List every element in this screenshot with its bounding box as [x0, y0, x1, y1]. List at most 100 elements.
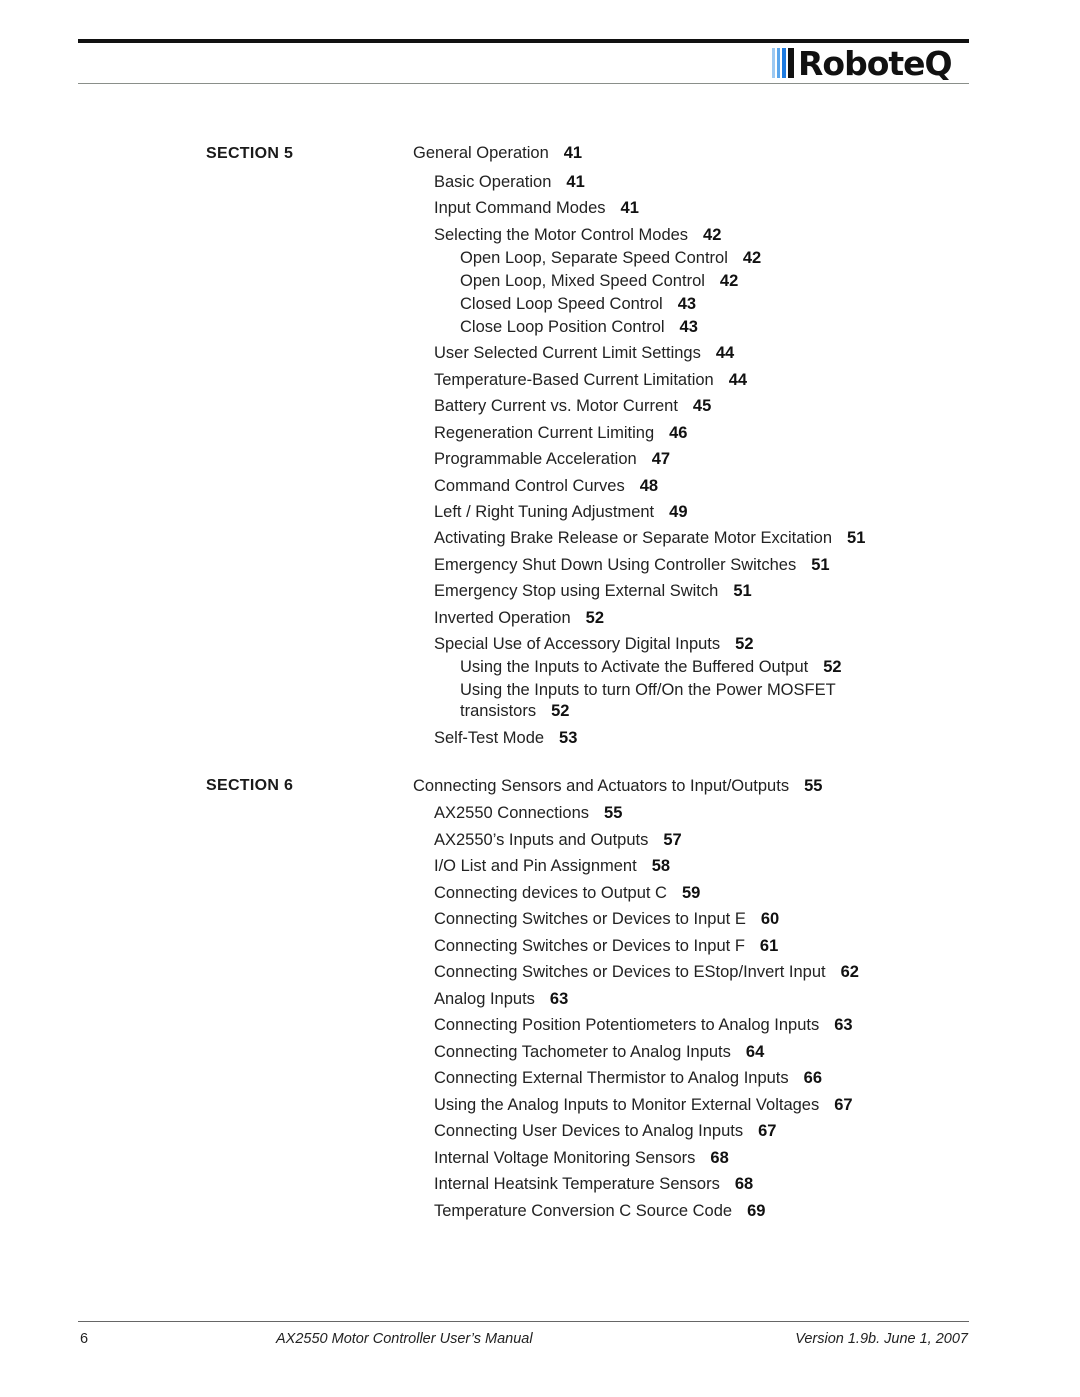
toc-entry-page: 49 [669, 503, 688, 521]
toc-entry-page: 42 [719, 272, 739, 290]
toc-entry-title: Command Control Curves [434, 477, 625, 495]
footer-version: Version 1.9b. June 1, 2007 [795, 1331, 968, 1347]
toc-entry-page: 55 [804, 777, 823, 795]
logo-bar [782, 48, 786, 78]
toc-entry[interactable]: Open Loop, Mixed Speed Control 42 [460, 271, 738, 292]
toc-entry[interactable]: Battery Current vs. Motor Current 45 [434, 396, 711, 417]
toc-entry-title: Using the Analog Inputs to Monitor Exter… [434, 1096, 820, 1114]
toc-entry-title: Left / Right Tuning Adjustment [434, 503, 655, 521]
toc-entry[interactable]: Internal Voltage Monitoring Sensors 68 [434, 1148, 729, 1169]
toc-entry[interactable]: Using the Inputs to Activate the Buffere… [460, 657, 842, 678]
toc-entry-title: Temperature Conversion C Source Code [434, 1202, 733, 1220]
toc-entry-page: 66 [803, 1069, 823, 1087]
toc-entry[interactable]: Using the Inputs to turn Off/On the Powe… [460, 680, 836, 701]
toc-entry-page: 42 [742, 249, 762, 267]
toc-entry-title: I/O List and Pin Assignment [434, 857, 637, 875]
toc-entry-page: 53 [559, 729, 578, 747]
toc-entry-page: 45 [692, 397, 712, 415]
toc-entry-page: 57 [663, 831, 682, 849]
toc-entry-title: Selecting the Motor Control Modes [434, 226, 689, 244]
toc-entry-page: 44 [715, 344, 735, 362]
roboteq-logo: RoboteQ [772, 43, 953, 83]
toc-entry-page: 42 [703, 226, 722, 244]
logo-text: RoboteQ [798, 43, 953, 83]
toc-entry[interactable]: Connecting External Thermistor to Analog… [434, 1068, 822, 1089]
toc-entry[interactable]: Programmable Acceleration 47 [434, 449, 670, 470]
toc-entry[interactable]: General Operation 41 [413, 143, 582, 164]
toc-entry-title: Open Loop, Mixed Speed Control [460, 272, 705, 290]
toc-entry[interactable]: Selecting the Motor Control Modes 42 [434, 225, 721, 246]
toc-entry[interactable]: Temperature Conversion C Source Code 69 [434, 1201, 765, 1222]
toc-entry[interactable]: Activating Brake Release or Separate Mot… [434, 528, 865, 549]
toc-entry[interactable]: I/O List and Pin Assignment 58 [434, 856, 670, 877]
toc-entry-page: 52 [735, 635, 754, 653]
toc-entry-page: 52 [551, 702, 570, 720]
toc-entry[interactable]: Analog Inputs 63 [434, 989, 568, 1010]
section-5-label: SECTION 5 [206, 145, 294, 162]
toc-entry[interactable]: Connecting Tachometer to Analog Inputs 64 [434, 1042, 764, 1063]
toc-entry[interactable]: Connecting Switches or Devices to EStop/… [434, 962, 859, 983]
toc-entry-title: Connecting External Thermistor to Analog… [434, 1069, 789, 1087]
toc-entry-title: Open Loop, Separate Speed Control [460, 249, 728, 267]
toc-entry[interactable]: Connecting devices to Output C 59 [434, 883, 700, 904]
logo-bar [777, 48, 780, 78]
footer-rule [78, 1321, 969, 1322]
toc-entry[interactable]: Emergency Stop using External Switch 51 [434, 581, 752, 602]
toc-entry-title: Connecting Switches or Devices to Input … [434, 910, 746, 928]
toc-entry-page: 59 [681, 884, 701, 902]
toc-entry-page: 47 [651, 450, 671, 468]
toc-entry-title: Battery Current vs. Motor Current [434, 397, 678, 415]
toc-entry-title: Connecting Sensors and Actuators to Inpu… [413, 777, 790, 795]
toc-entry-title: Emergency Shut Down Using Controller Swi… [434, 556, 797, 574]
toc-entry-title: General Operation [413, 144, 549, 162]
toc-entry-title: Connecting Tachometer to Analog Inputs [434, 1043, 731, 1061]
toc-entry[interactable]: Close Loop Position Control 43 [460, 317, 698, 338]
toc-entry-title: Using the Inputs to turn Off/On the Powe… [460, 681, 836, 699]
toc-entry-page: 43 [679, 318, 698, 336]
section-6-label: SECTION 6 [206, 777, 294, 794]
toc-entry[interactable]: Connecting Position Potentiometers to An… [434, 1015, 853, 1036]
toc-entry[interactable]: Self-Test Mode 53 [434, 728, 577, 749]
toc-entry[interactable]: Connecting Switches or Devices to Input … [434, 909, 779, 930]
toc-entry[interactable]: AX2550’s Inputs and Outputs 57 [434, 830, 682, 851]
toc-entry[interactable]: Open Loop, Separate Speed Control 42 [460, 248, 761, 269]
toc-entry[interactable]: Closed Loop Speed Control 43 [460, 294, 696, 315]
toc-entry[interactable]: Connecting Sensors and Actuators to Inpu… [413, 776, 822, 797]
toc-entry[interactable]: Emergency Shut Down Using Controller Swi… [434, 555, 830, 576]
toc-entry-title: Basic Operation [434, 173, 552, 191]
toc-entry[interactable]: Special Use of Accessory Digital Inputs 5… [434, 634, 754, 655]
toc-entry-page: 64 [745, 1043, 765, 1061]
toc-entry[interactable]: Temperature-Based Current Limitation 44 [434, 370, 747, 391]
toc-entry[interactable]: Input Command Modes 41 [434, 198, 639, 219]
toc-entry-title: Inverted Operation [434, 609, 571, 627]
toc-entry[interactable]: Inverted Operation 52 [434, 608, 604, 629]
toc-entry[interactable]: Basic Operation 41 [434, 172, 585, 193]
toc-entry[interactable]: Left / Right Tuning Adjustment 49 [434, 502, 688, 523]
toc-entry-page: 63 [549, 990, 569, 1008]
toc-entry[interactable]: Internal Heatsink Temperature Sensors 68 [434, 1174, 753, 1195]
toc-entry-title: Connecting devices to Output C [434, 884, 667, 902]
toc-entry-title: transistors [460, 702, 537, 720]
header-subrule [78, 83, 969, 84]
toc-entry[interactable]: Connecting User Devices to Analog Inputs… [434, 1121, 776, 1142]
toc-entry[interactable]: AX2550 Connections 55 [434, 803, 622, 824]
toc-entry-page: 51 [811, 556, 830, 574]
toc-entry[interactable]: transistors 52 [460, 701, 569, 722]
toc-entry[interactable]: Command Control Curves 48 [434, 476, 658, 497]
toc-entry[interactable]: Using the Analog Inputs to Monitor Exter… [434, 1095, 853, 1116]
toc-entry-title: Connecting Switches or Devices to Input … [434, 937, 745, 955]
toc-entry[interactable]: Connecting Switches or Devices to Input … [434, 936, 778, 957]
toc-entry-page: 48 [639, 477, 659, 495]
toc-entry-title: Analog Inputs [434, 990, 535, 1008]
toc-entry-page: 41 [620, 199, 639, 217]
toc-entry[interactable]: Regeneration Current Limiting 46 [434, 423, 687, 444]
toc-entry-title: Activating Brake Release or Separate Mot… [434, 529, 833, 547]
toc-entry-title: Using the Inputs to Activate the Buffere… [460, 658, 809, 676]
toc-entry-page: 62 [840, 963, 859, 981]
header-rule [78, 39, 969, 43]
toc-entry-title: Connecting Position Potentiometers to An… [434, 1016, 820, 1034]
toc-entry-page: 69 [747, 1202, 766, 1220]
toc-entry-title: Regeneration Current Limiting [434, 424, 655, 442]
toc-entry-page: 41 [566, 173, 585, 191]
toc-entry[interactable]: User Selected Current Limit Settings 44 [434, 343, 734, 364]
